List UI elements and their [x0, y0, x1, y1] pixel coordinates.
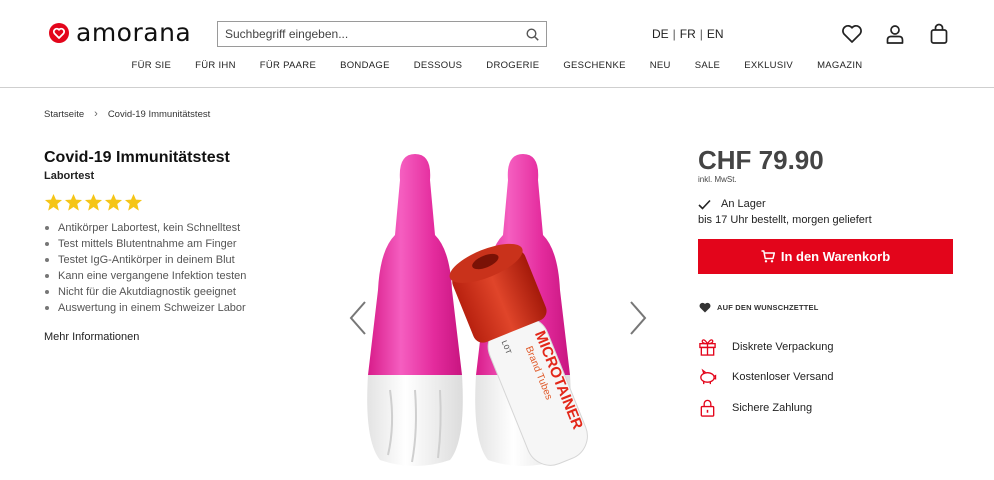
feature-list: Antikörper Labortest, kein Schnelltest T… — [44, 220, 246, 316]
piggy-bank-icon — [700, 368, 717, 385]
heart-filled-icon — [699, 302, 711, 313]
feature-item: Testet IgG-Antikörper in deinem Blut — [44, 252, 246, 268]
stock-status: An Lager — [698, 198, 766, 210]
lang-de[interactable]: DE — [652, 27, 669, 41]
product-subtitle: Labortest — [44, 170, 95, 182]
account-user-icon[interactable] — [883, 22, 907, 46]
lang-fr[interactable]: FR — [680, 27, 696, 41]
main-navigation: FÜR SIE FÜR IHN FÜR PAARE BONDAGE DESSOU… — [0, 60, 994, 71]
checkmark-icon — [698, 199, 711, 210]
search-box — [217, 21, 547, 47]
lang-separator: | — [672, 27, 676, 41]
usp-discreet-packaging: Diskrete Verpackung — [698, 337, 834, 356]
chevron-right-icon: › — [94, 108, 98, 120]
logo[interactable]: amorana — [48, 18, 191, 47]
logo-text: amorana — [76, 18, 192, 47]
search-button[interactable] — [518, 22, 546, 46]
breadcrumb-current: Covid-19 Immunitätstest — [107, 108, 211, 120]
star-icon — [124, 193, 143, 211]
add-to-cart-button[interactable]: In den Warenkorb — [698, 239, 953, 274]
gallery-prev-arrow-icon[interactable] — [348, 300, 368, 336]
product-image[interactable]: MICROTAINER Brand Tubes LOT — [340, 140, 660, 480]
star-icon — [44, 193, 63, 211]
nav-fuer-paare[interactable]: FÜR PAARE — [248, 60, 328, 71]
heart-logo-icon — [49, 22, 69, 43]
gallery-next-arrow-icon[interactable] — [628, 300, 648, 336]
nav-magazin[interactable]: MAGAZIN — [805, 60, 874, 71]
wishlist-label: AUF DEN WUNSCHZETTEL — [717, 303, 819, 312]
search-icon — [525, 27, 539, 41]
product-title: Covid-19 Immunitätstest — [44, 149, 230, 166]
cart-icon — [761, 250, 775, 263]
microtainer-tube: MICROTAINER Brand Tubes LOT — [449, 243, 588, 466]
feature-item: Antikörper Labortest, kein Schnelltest — [44, 220, 246, 236]
site-header: amorana DE | FR | EN FÜR SIE FÜR IHN FÜR… — [0, 0, 994, 88]
nav-dessous[interactable]: DESSOUS — [402, 60, 475, 71]
vat-note: inkl. MwSt. — [698, 175, 737, 184]
delivery-info: bis 17 Uhr bestellt, morgen geliefert — [698, 214, 872, 226]
lang-separator: | — [699, 27, 703, 41]
add-to-wishlist-link[interactable]: AUF DEN WUNSCHZETTEL — [699, 302, 819, 313]
rating-stars[interactable] — [44, 193, 143, 212]
nav-geschenke[interactable]: GESCHENKE — [551, 60, 637, 71]
nav-fuer-sie[interactable]: FÜR SIE — [120, 60, 184, 71]
usp-label: Diskrete Verpackung — [732, 340, 834, 353]
nav-fuer-ihn[interactable]: FÜR IHN — [183, 60, 248, 71]
feature-item: Nicht für die Akutdiagnostik geeignet — [44, 284, 246, 300]
add-to-cart-label: In den Warenkorb — [780, 249, 891, 264]
nav-bondage[interactable]: BONDAGE — [328, 60, 402, 71]
lock-icon — [700, 399, 715, 417]
star-icon — [84, 193, 103, 211]
lang-en[interactable]: EN — [707, 27, 724, 41]
wishlist-heart-icon[interactable] — [840, 22, 864, 46]
usp-label: Kostenloser Versand — [732, 370, 834, 383]
more-information-link[interactable]: Mehr Informationen — [44, 331, 139, 343]
gift-icon — [699, 339, 716, 356]
usp-free-shipping: Kostenloser Versand — [698, 367, 834, 386]
nav-drogerie[interactable]: DROGERIE — [474, 60, 551, 71]
lancet-left — [367, 154, 463, 466]
usp-secure-payment: Sichere Zahlung — [698, 398, 812, 417]
usp-label: Sichere Zahlung — [732, 401, 813, 414]
nav-exklusiv[interactable]: EXKLUSIV — [732, 60, 805, 71]
nav-neu[interactable]: NEU — [638, 60, 683, 71]
star-icon — [64, 193, 83, 211]
breadcrumb: Startseite › Covid-19 Immunitätstest — [44, 108, 210, 120]
feature-item: Test mittels Blutentnahme am Finger — [44, 236, 246, 252]
shopping-bag-icon[interactable] — [927, 22, 951, 46]
search-input[interactable] — [218, 22, 518, 46]
stock-label: An Lager — [721, 198, 766, 210]
breadcrumb-home[interactable]: Startseite — [44, 109, 84, 120]
nav-sale[interactable]: SALE — [683, 60, 733, 71]
star-icon — [104, 193, 123, 211]
language-switcher: DE | FR | EN — [652, 27, 724, 41]
feature-item: Auswertung in einem Schweizer Labor — [44, 300, 246, 316]
feature-item: Kann eine vergangene Infektion testen — [44, 268, 246, 284]
product-price: CHF 79.90 — [698, 145, 824, 175]
